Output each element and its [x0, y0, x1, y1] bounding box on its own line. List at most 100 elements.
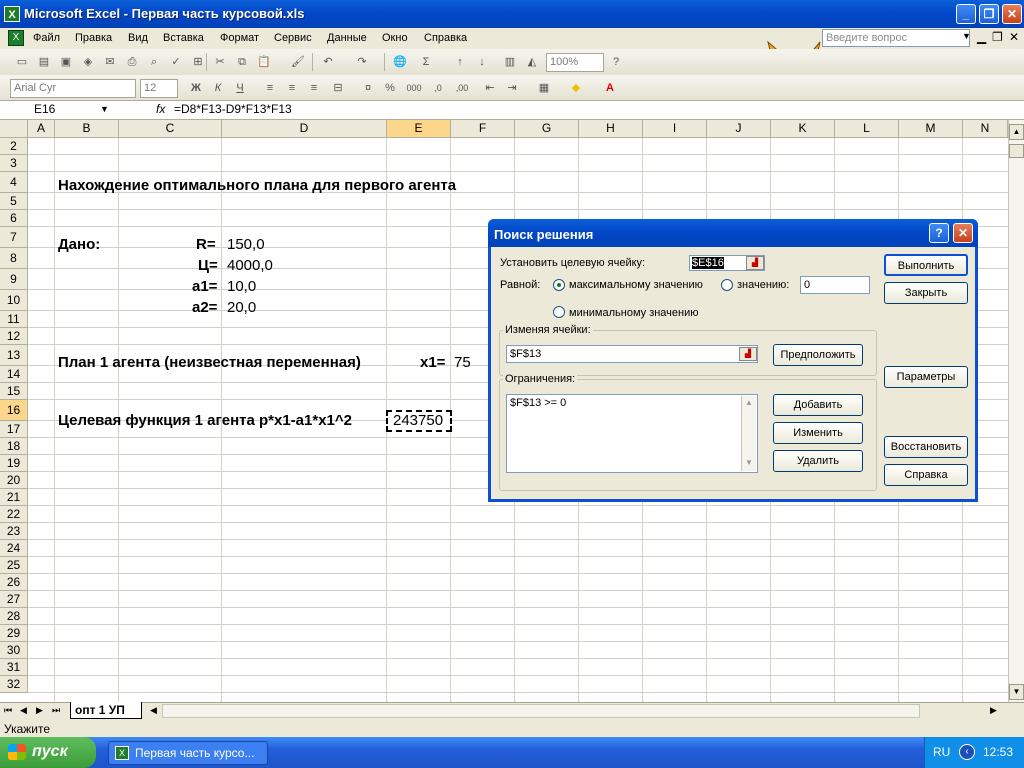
row-header[interactable]: 10 — [0, 290, 28, 311]
spelling-icon[interactable]: ✓ — [168, 54, 184, 70]
radio-value-label[interactable]: значению: — [737, 279, 789, 291]
zoom-select[interactable]: 100% — [546, 53, 604, 72]
radio-value[interactable] — [721, 279, 733, 291]
row-header[interactable]: 26 — [0, 574, 28, 591]
increase-indent-icon[interactable]: ⇥ — [504, 80, 520, 96]
fill-color-icon[interactable]: ◆ — [568, 80, 584, 96]
restore-button[interactable]: ❐ — [979, 4, 999, 24]
row-header[interactable]: 2 — [0, 138, 28, 155]
row-header[interactable]: 5 — [0, 193, 28, 210]
cell-d8[interactable]: 4000,0 — [227, 257, 273, 274]
autosum-icon[interactable]: Σ — [418, 54, 434, 70]
menu-edit[interactable]: Правка — [75, 32, 112, 44]
cell-c8[interactable]: Ц= — [198, 257, 218, 274]
email-icon[interactable]: ✉ — [102, 54, 118, 70]
doc-restore-icon[interactable]: ❐ — [992, 30, 1003, 44]
fx-icon[interactable]: fx — [156, 102, 165, 116]
doc-close-icon[interactable]: ✕ — [1009, 30, 1019, 44]
reset-all-button[interactable]: Восстановить — [884, 436, 968, 458]
formula-input[interactable]: =D8*F13-D9*F13*F13 — [174, 102, 292, 116]
taskbar-excel-button[interactable]: X Первая часть курсо... — [108, 741, 268, 765]
bold-icon[interactable]: Ж — [188, 80, 204, 96]
scroll-up-icon[interactable]: ▲ — [1009, 124, 1024, 140]
percent-icon[interactable]: % — [382, 80, 398, 96]
row-header[interactable]: 27 — [0, 591, 28, 608]
start-button[interactable]: пуск — [0, 737, 96, 768]
row-header[interactable]: 19 — [0, 455, 28, 472]
scroll-down-icon[interactable]: ▼ — [1009, 684, 1024, 700]
row-header[interactable]: 12 — [0, 328, 28, 345]
dialog-help-button[interactable]: ? — [929, 223, 949, 243]
column-header-h[interactable]: H — [579, 120, 643, 138]
column-header-i[interactable]: I — [643, 120, 707, 138]
print-preview-icon[interactable]: ⌕ — [146, 54, 162, 70]
open-icon[interactable]: ▤ — [36, 54, 52, 70]
hyperlink-icon[interactable]: 🌐 — [392, 54, 408, 70]
cell-b16[interactable]: Целевая функция 1 агента p*x1-a1*x1^2 — [58, 412, 352, 429]
cell-b13[interactable]: План 1 агента (неизвестная переменная) — [58, 354, 361, 371]
underline-icon[interactable]: Ч — [232, 80, 248, 96]
language-indicator[interactable]: RU — [933, 745, 950, 759]
menu-data[interactable]: Данные — [327, 32, 367, 44]
scroll-left-icon[interactable]: ◀ — [150, 705, 157, 716]
row-header[interactable]: 6 — [0, 210, 28, 227]
row-header[interactable]: 20 — [0, 472, 28, 489]
last-sheet-icon[interactable]: ⏭ — [52, 705, 60, 716]
constraints-scrollbar[interactable]: ▲ ▼ — [741, 396, 756, 471]
font-name-select[interactable]: Arial Cyr — [10, 79, 136, 98]
save-icon[interactable]: ▣ — [58, 54, 74, 70]
cell-c9[interactable]: а1= — [192, 278, 217, 295]
help-button[interactable]: Справка — [884, 464, 968, 486]
workbook-icon[interactable]: X — [8, 30, 24, 46]
font-color-icon[interactable]: A — [602, 80, 618, 96]
row-header[interactable]: 23 — [0, 523, 28, 540]
constraints-list[interactable]: $F$13 >= 0 — [506, 394, 758, 473]
cell-c7[interactable]: R= — [196, 236, 216, 253]
decrease-indent-icon[interactable]: ⇤ — [482, 80, 498, 96]
format-painter-icon[interactable]: 🖌 — [290, 54, 306, 70]
prev-sheet-icon[interactable]: ◀ — [20, 705, 27, 716]
doc-minimize-icon[interactable]: ▁ — [977, 30, 986, 44]
cell-d10[interactable]: 20,0 — [227, 299, 256, 316]
scroll-thumb[interactable] — [1009, 144, 1024, 158]
radio-max-label[interactable]: максимальному значению — [569, 279, 703, 291]
column-header-j[interactable]: J — [707, 120, 771, 138]
row-header[interactable]: 3 — [0, 155, 28, 172]
cell-e16[interactable]: 243750 — [393, 412, 443, 429]
solve-button[interactable]: Выполнить — [884, 254, 968, 276]
paste-icon[interactable]: 📋 — [256, 54, 272, 70]
row-header[interactable]: 14 — [0, 366, 28, 383]
row-header[interactable]: 15 — [0, 383, 28, 400]
changing-ref-icon[interactable]: ▟ — [739, 347, 757, 361]
guess-button[interactable]: Предположить — [773, 344, 863, 366]
cell-b7[interactable]: Дано: — [58, 236, 100, 253]
decrease-decimal-icon[interactable]: ,00 — [454, 80, 470, 96]
ask-dropdown-icon[interactable]: ▼ — [962, 31, 971, 41]
row-header[interactable]: 21 — [0, 489, 28, 506]
radio-min-label[interactable]: минимальному значению — [569, 307, 699, 319]
row-header[interactable]: 9 — [0, 269, 28, 290]
minimize-button[interactable]: _ — [956, 4, 976, 24]
row-header[interactable]: 4 — [0, 172, 28, 193]
permission-icon[interactable]: ◈ — [80, 54, 96, 70]
align-right-icon[interactable]: ≡ — [306, 80, 322, 96]
column-header-m[interactable]: M — [899, 120, 963, 138]
menu-view[interactable]: Вид — [128, 32, 148, 44]
name-box-dropdown-icon[interactable]: ▼ — [100, 104, 109, 114]
radio-max[interactable] — [553, 279, 565, 291]
cut-icon[interactable]: ✂ — [212, 54, 228, 70]
value-of-input[interactable]: 0 — [800, 276, 870, 294]
merge-center-icon[interactable]: ⊟ — [330, 80, 346, 96]
undo-icon[interactable]: ↶ — [320, 54, 336, 70]
horizontal-scrollbar[interactable] — [162, 704, 920, 718]
row-header[interactable]: 24 — [0, 540, 28, 557]
column-header-d[interactable]: D — [222, 120, 387, 138]
column-header-k[interactable]: K — [771, 120, 835, 138]
menu-tools[interactable]: Сервис — [274, 32, 312, 44]
menu-window[interactable]: Окно — [382, 32, 408, 44]
increase-decimal-icon[interactable]: ,0 — [430, 80, 446, 96]
cell-c10[interactable]: а2= — [192, 299, 217, 316]
row-header[interactable]: 25 — [0, 557, 28, 574]
font-size-select[interactable]: 12 — [140, 79, 178, 98]
row-header[interactable]: 13 — [0, 345, 28, 366]
